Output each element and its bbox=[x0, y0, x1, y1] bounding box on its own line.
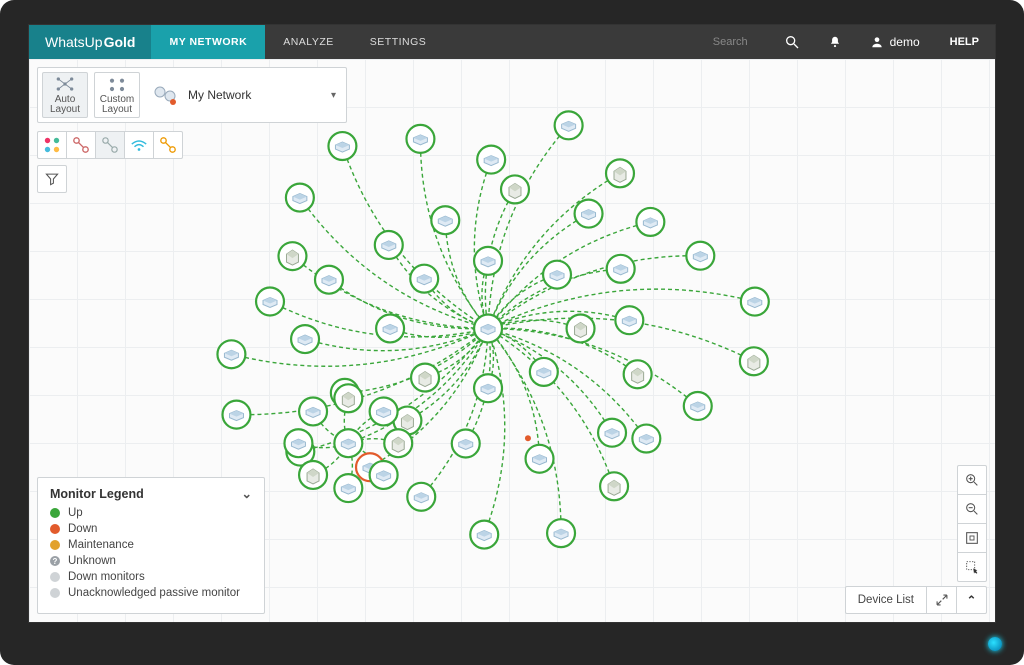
zoom-out-button[interactable] bbox=[957, 494, 987, 524]
network-node[interactable] bbox=[411, 364, 439, 392]
zoom-in-button[interactable] bbox=[957, 465, 987, 495]
legend-label: Down bbox=[68, 523, 97, 535]
expand-icon[interactable] bbox=[926, 587, 956, 613]
legend-item: Down bbox=[50, 523, 252, 535]
network-node[interactable] bbox=[684, 392, 712, 420]
network-node[interactable] bbox=[370, 461, 398, 489]
network-node[interactable] bbox=[526, 445, 554, 473]
zoom-controls bbox=[957, 465, 987, 582]
legend-item: Maintenance bbox=[50, 539, 252, 551]
network-node[interactable] bbox=[334, 384, 362, 412]
network-node[interactable] bbox=[615, 306, 643, 334]
network-node[interactable] bbox=[600, 472, 628, 500]
legend-label: Up bbox=[68, 507, 83, 519]
tab-analyze[interactable]: ANALYZE bbox=[265, 25, 352, 59]
user-icon bbox=[870, 35, 884, 49]
network-node[interactable] bbox=[299, 397, 327, 425]
user-name: demo bbox=[890, 35, 920, 49]
network-node[interactable] bbox=[474, 374, 502, 402]
monitor-bezel: WhatsUp Gold MY NETWORK ANALYZE SETTINGS… bbox=[0, 0, 1024, 665]
legend-item: Up bbox=[50, 507, 252, 519]
tab-settings[interactable]: SETTINGS bbox=[352, 25, 445, 59]
network-node[interactable] bbox=[740, 347, 768, 375]
device-list-label: Device List bbox=[846, 594, 926, 606]
network-node[interactable] bbox=[543, 261, 571, 289]
network-node[interactable] bbox=[286, 184, 314, 212]
network-node[interactable] bbox=[686, 242, 714, 270]
network-node[interactable] bbox=[606, 159, 634, 187]
network-node[interactable] bbox=[474, 247, 502, 275]
network-map[interactable]: Auto Layout Custom Layout My Network ▾ bbox=[29, 59, 995, 622]
search-placeholder: Search bbox=[713, 36, 748, 48]
network-node[interactable] bbox=[328, 132, 356, 160]
network-node[interactable] bbox=[256, 288, 284, 316]
network-node[interactable] bbox=[217, 340, 245, 368]
power-led bbox=[988, 637, 1002, 651]
brand-name-2: Gold bbox=[104, 34, 136, 50]
network-node[interactable] bbox=[376, 314, 404, 342]
search-icon[interactable] bbox=[770, 25, 814, 59]
network-node[interactable] bbox=[741, 288, 769, 316]
select-button[interactable] bbox=[957, 552, 987, 582]
network-node[interactable] bbox=[291, 325, 319, 353]
network-node[interactable] bbox=[636, 208, 664, 236]
network-node[interactable] bbox=[223, 401, 251, 429]
network-node[interactable] bbox=[567, 314, 595, 342]
chevron-down-icon[interactable]: ⌄ bbox=[242, 486, 252, 501]
network-node[interactable] bbox=[474, 314, 502, 342]
network-node[interactable] bbox=[315, 266, 343, 294]
legend-title: Monitor Legend bbox=[50, 487, 144, 501]
network-node[interactable] bbox=[406, 125, 434, 153]
network-node[interactable] bbox=[477, 146, 505, 174]
network-node[interactable] bbox=[370, 397, 398, 425]
network-node[interactable] bbox=[431, 206, 459, 234]
network-node[interactable] bbox=[632, 425, 660, 453]
network-node[interactable] bbox=[284, 429, 312, 457]
network-node[interactable] bbox=[501, 175, 529, 203]
help-button[interactable]: HELP bbox=[934, 25, 995, 59]
network-node[interactable] bbox=[598, 419, 626, 447]
network-node[interactable] bbox=[299, 461, 327, 489]
network-node[interactable] bbox=[575, 200, 603, 228]
app-screen: WhatsUp Gold MY NETWORK ANALYZE SETTINGS… bbox=[28, 24, 996, 623]
network-node[interactable] bbox=[607, 255, 635, 283]
network-node[interactable] bbox=[410, 265, 438, 293]
legend-item: Unacknowledged passive monitor bbox=[50, 587, 252, 599]
network-node[interactable] bbox=[278, 242, 306, 270]
network-node[interactable] bbox=[375, 231, 403, 259]
legend-item: Down monitors bbox=[50, 571, 252, 583]
network-node[interactable] bbox=[407, 483, 435, 511]
legend-item: ?Unknown bbox=[50, 555, 252, 567]
network-node[interactable] bbox=[530, 358, 558, 386]
network-node[interactable] bbox=[334, 474, 362, 502]
network-node[interactable] bbox=[334, 429, 362, 457]
device-list-panel[interactable]: Device List ⌃ bbox=[845, 586, 987, 614]
brand-logo: WhatsUp Gold bbox=[29, 25, 151, 59]
user-menu[interactable]: demo bbox=[856, 25, 934, 59]
search-input[interactable]: Search bbox=[713, 25, 770, 59]
network-node[interactable] bbox=[384, 429, 412, 457]
network-node[interactable] bbox=[547, 519, 575, 547]
brand-name-1: WhatsUp bbox=[45, 34, 103, 50]
legend-label: Unacknowledged passive monitor bbox=[68, 587, 240, 599]
bell-icon[interactable] bbox=[814, 25, 856, 59]
header: WhatsUp Gold MY NETWORK ANALYZE SETTINGS… bbox=[29, 25, 995, 59]
legend-label: Down monitors bbox=[68, 571, 145, 583]
legend-label: Maintenance bbox=[68, 539, 134, 551]
legend-panel: Monitor Legend ⌄ Up Down Maintenance ?Unkno… bbox=[37, 477, 265, 614]
chevron-up-icon[interactable]: ⌃ bbox=[956, 587, 986, 613]
fit-button[interactable] bbox=[957, 523, 987, 553]
network-node[interactable] bbox=[452, 430, 480, 458]
legend-label: Unknown bbox=[68, 555, 116, 567]
tab-my-network[interactable]: MY NETWORK bbox=[151, 25, 265, 59]
network-node[interactable] bbox=[624, 360, 652, 388]
network-node[interactable] bbox=[555, 111, 583, 139]
network-node[interactable] bbox=[470, 521, 498, 549]
